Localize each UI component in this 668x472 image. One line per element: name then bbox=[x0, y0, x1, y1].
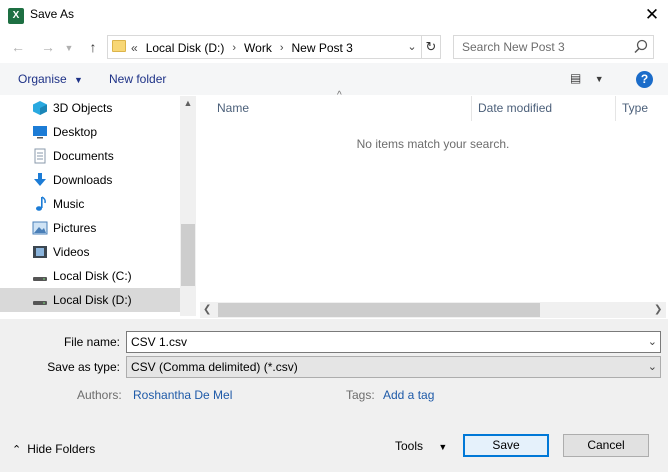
scroll-up-arrow[interactable]: ▲ bbox=[180, 98, 196, 112]
command-bar: Organise ▼ New folder ▤ ▼ ? bbox=[0, 63, 668, 95]
sidebar-item-label: Downloads bbox=[53, 173, 113, 187]
scroll-left-arrow[interactable]: ❮ bbox=[203, 302, 215, 318]
forward-button[interactable]: → bbox=[38, 36, 58, 58]
view-list-icon: ▤ bbox=[570, 71, 582, 85]
search-box[interactable]: Search New Post 3 bbox=[453, 35, 654, 59]
column-header-type[interactable]: Type bbox=[622, 101, 648, 115]
cancel-button[interactable]: Cancel bbox=[563, 434, 649, 457]
file-list-scroll-thumb[interactable] bbox=[218, 303, 540, 317]
music-icon bbox=[32, 196, 48, 212]
hide-folders-button[interactable]: ⌃ Hide Folders bbox=[12, 442, 95, 456]
tags-value[interactable]: Add a tag bbox=[383, 388, 434, 402]
3d-objects-icon bbox=[32, 100, 48, 116]
authors-label: Authors: bbox=[77, 388, 122, 402]
sidebar-item-3d-objects[interactable]: 3D Objects bbox=[0, 96, 180, 120]
file-name-value[interactable]: CSV 1.csv bbox=[131, 335, 187, 349]
breadcrumb-local-disk-d[interactable]: Local Disk (D:) bbox=[146, 41, 225, 55]
downloads-icon bbox=[32, 172, 48, 188]
tags-label: Tags: bbox=[346, 388, 375, 402]
sidebar-item-pictures[interactable]: Pictures bbox=[0, 216, 180, 240]
up-button[interactable]: ↑ bbox=[83, 36, 103, 58]
desktop-icon bbox=[32, 124, 48, 140]
change-view-button[interactable]: ▤ ▼ bbox=[570, 71, 610, 87]
chevron-right-icon[interactable]: › bbox=[280, 42, 284, 54]
drive-icon bbox=[32, 268, 48, 284]
arrow-right-icon: → bbox=[41, 39, 55, 55]
sidebar-item-videos[interactable]: Videos bbox=[0, 240, 180, 264]
sidebar-item-documents[interactable]: Documents bbox=[0, 144, 180, 168]
search-input[interactable]: Search New Post 3 bbox=[462, 40, 565, 54]
file-name-field[interactable]: CSV 1.csv ⌄ bbox=[126, 331, 661, 353]
nav-pane-scroll-thumb[interactable] bbox=[181, 224, 195, 286]
organise-label: Organise bbox=[18, 72, 67, 86]
pictures-icon bbox=[32, 220, 48, 236]
address-dropdown-button[interactable]: ⌄ bbox=[404, 38, 420, 56]
column-divider[interactable] bbox=[471, 96, 472, 121]
excel-icon: X bbox=[8, 8, 24, 24]
back-button[interactable]: ← bbox=[8, 36, 28, 58]
folder-icon bbox=[112, 40, 126, 52]
sort-ascending-icon: ^ bbox=[337, 90, 342, 101]
save-button[interactable]: Save bbox=[463, 434, 549, 457]
sidebar-item-downloads[interactable]: Downloads bbox=[0, 168, 180, 192]
videos-icon bbox=[32, 244, 48, 260]
column-divider[interactable] bbox=[615, 96, 616, 121]
chevron-down-icon: ▼ bbox=[64, 43, 74, 53]
file-name-label: File name: bbox=[63, 335, 120, 349]
column-header-name[interactable]: Name bbox=[217, 101, 249, 115]
sidebar-item-label: Pictures bbox=[53, 221, 97, 235]
sidebar-item-local-disk-d[interactable]: Local Disk (D:) bbox=[0, 288, 180, 312]
help-icon[interactable]: ? bbox=[636, 71, 653, 88]
recent-locations-button[interactable]: ▼ bbox=[62, 37, 76, 59]
authors-value[interactable]: Roshantha De Mel bbox=[133, 388, 232, 402]
sidebar-item-label: Local Disk (C:) bbox=[53, 269, 132, 283]
address-bar[interactable]: « Local Disk (D:) › Work › New Post 3 ⌄ bbox=[107, 35, 422, 59]
breadcrumb-work[interactable]: Work bbox=[244, 41, 272, 55]
sidebar-item-desktop[interactable]: Desktop bbox=[0, 120, 180, 144]
column-header-date-modified[interactable]: Date modified bbox=[478, 101, 552, 115]
refresh-button[interactable]: ↻ bbox=[422, 35, 441, 59]
window-title: Save As bbox=[30, 7, 75, 21]
title-bar: X Save As ✕ bbox=[0, 0, 668, 31]
sidebar-item-label: 3D Objects bbox=[53, 101, 113, 115]
chevron-down-icon: ▼ bbox=[74, 75, 83, 85]
tools-button[interactable]: Tools ▼ bbox=[395, 439, 447, 453]
arrow-left-icon: ← bbox=[11, 39, 25, 55]
sidebar-item-label: Music bbox=[53, 197, 85, 211]
sidebar-item-local-disk-c[interactable]: Local Disk (C:) bbox=[0, 264, 180, 288]
documents-icon bbox=[32, 148, 48, 164]
empty-list-message: No items match your search. bbox=[356, 137, 510, 151]
refresh-icon: ↻ bbox=[425, 39, 437, 54]
sidebar-item-music[interactable]: Music bbox=[0, 192, 180, 216]
breadcrumb-overflow[interactable]: « bbox=[131, 41, 138, 55]
drive-icon bbox=[32, 292, 48, 308]
sidebar-item-label: Desktop bbox=[53, 125, 98, 139]
chevron-down-icon: ⌄ bbox=[407, 41, 417, 53]
breadcrumb-new-post-3[interactable]: New Post 3 bbox=[292, 41, 353, 55]
save-as-type-select[interactable]: CSV (Comma delimited) (*.csv) ⌄ bbox=[126, 356, 661, 378]
sidebar-item-label: Local Disk (D:) bbox=[53, 293, 132, 307]
breadcrumb: « Local Disk (D:) › Work › New Post 3 bbox=[131, 40, 353, 56]
chevron-right-icon[interactable]: › bbox=[232, 42, 236, 54]
organise-button[interactable]: Organise ▼ bbox=[18, 72, 83, 86]
sidebar-item-label: Documents bbox=[53, 149, 114, 163]
close-icon[interactable]: ✕ bbox=[640, 3, 664, 27]
save-as-type-value: CSV (Comma delimited) (*.csv) bbox=[131, 360, 298, 374]
navigation-pane: 3D Objects Desktop Documents Downloads Music… bbox=[0, 96, 196, 316]
save-as-type-label: Save as type: bbox=[47, 360, 120, 374]
hide-folders-label: Hide Folders bbox=[27, 442, 96, 456]
search-icon[interactable] bbox=[632, 38, 650, 56]
chevron-down-icon: ▼ bbox=[594, 74, 604, 84]
arrow-up-icon: ↑ bbox=[89, 39, 97, 55]
chevron-down-icon[interactable]: ⌄ bbox=[648, 360, 657, 373]
tools-label: Tools bbox=[395, 439, 424, 453]
chevron-down-icon[interactable]: ⌄ bbox=[648, 335, 657, 348]
sidebar-item-label: Videos bbox=[53, 245, 90, 259]
scroll-right-arrow[interactable]: ❯ bbox=[654, 302, 666, 318]
new-folder-button[interactable]: New folder bbox=[109, 72, 166, 86]
chevron-down-icon: ▼ bbox=[438, 442, 448, 452]
chevron-up-icon: ⌃ bbox=[12, 444, 22, 456]
